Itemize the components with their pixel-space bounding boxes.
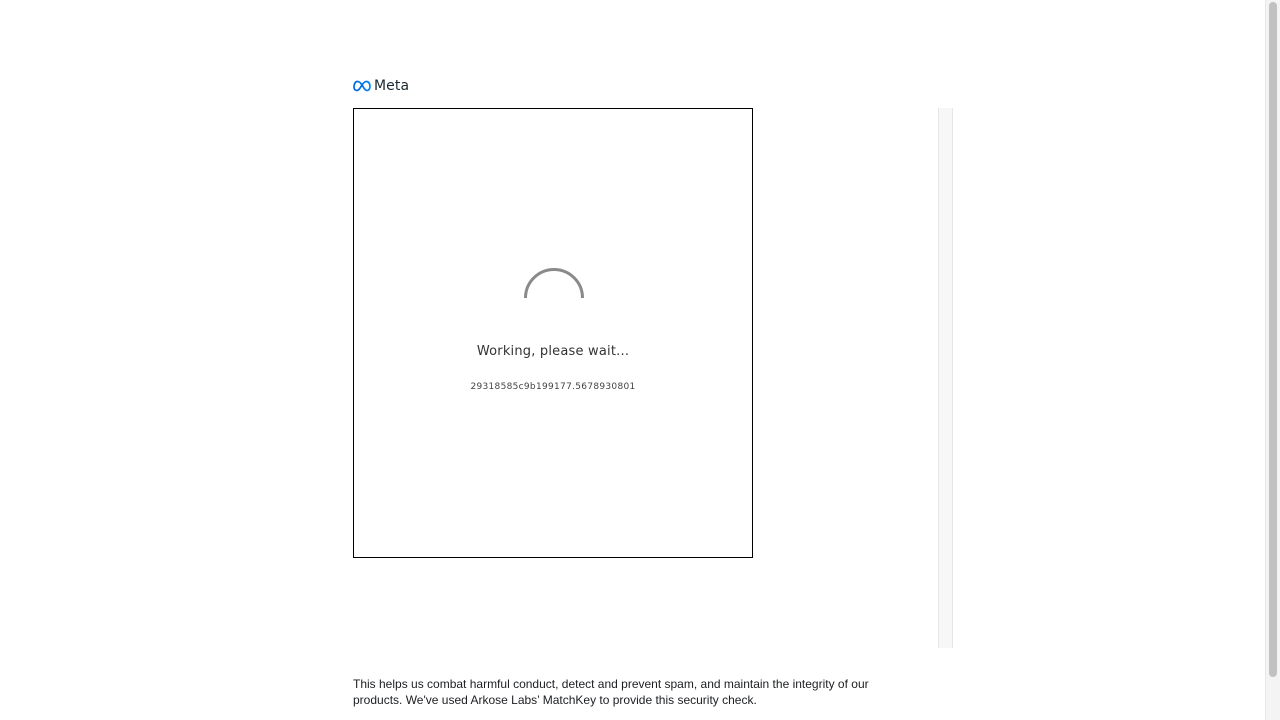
meta-infinity-icon xyxy=(353,80,371,92)
challenge-frame[interactable]: Working, please wait... 29318585c9b19917… xyxy=(353,108,753,558)
page-scrollbar[interactable] xyxy=(1265,0,1280,720)
status-message: Working, please wait... xyxy=(476,344,630,359)
loading-spinner-icon xyxy=(523,267,585,299)
security-check-page: Meta Working, please wait... 29318585c9b… xyxy=(0,0,1280,720)
session-id: 29318585c9b199177.5678930801 xyxy=(470,382,636,392)
security-check-disclaimer: This helps us combat harmful conduct, de… xyxy=(353,677,869,707)
meta-logo: Meta xyxy=(353,78,409,94)
side-panel xyxy=(938,108,953,648)
meta-wordmark: Meta xyxy=(374,78,410,94)
scrollbar-thumb[interactable] xyxy=(1269,2,1277,677)
